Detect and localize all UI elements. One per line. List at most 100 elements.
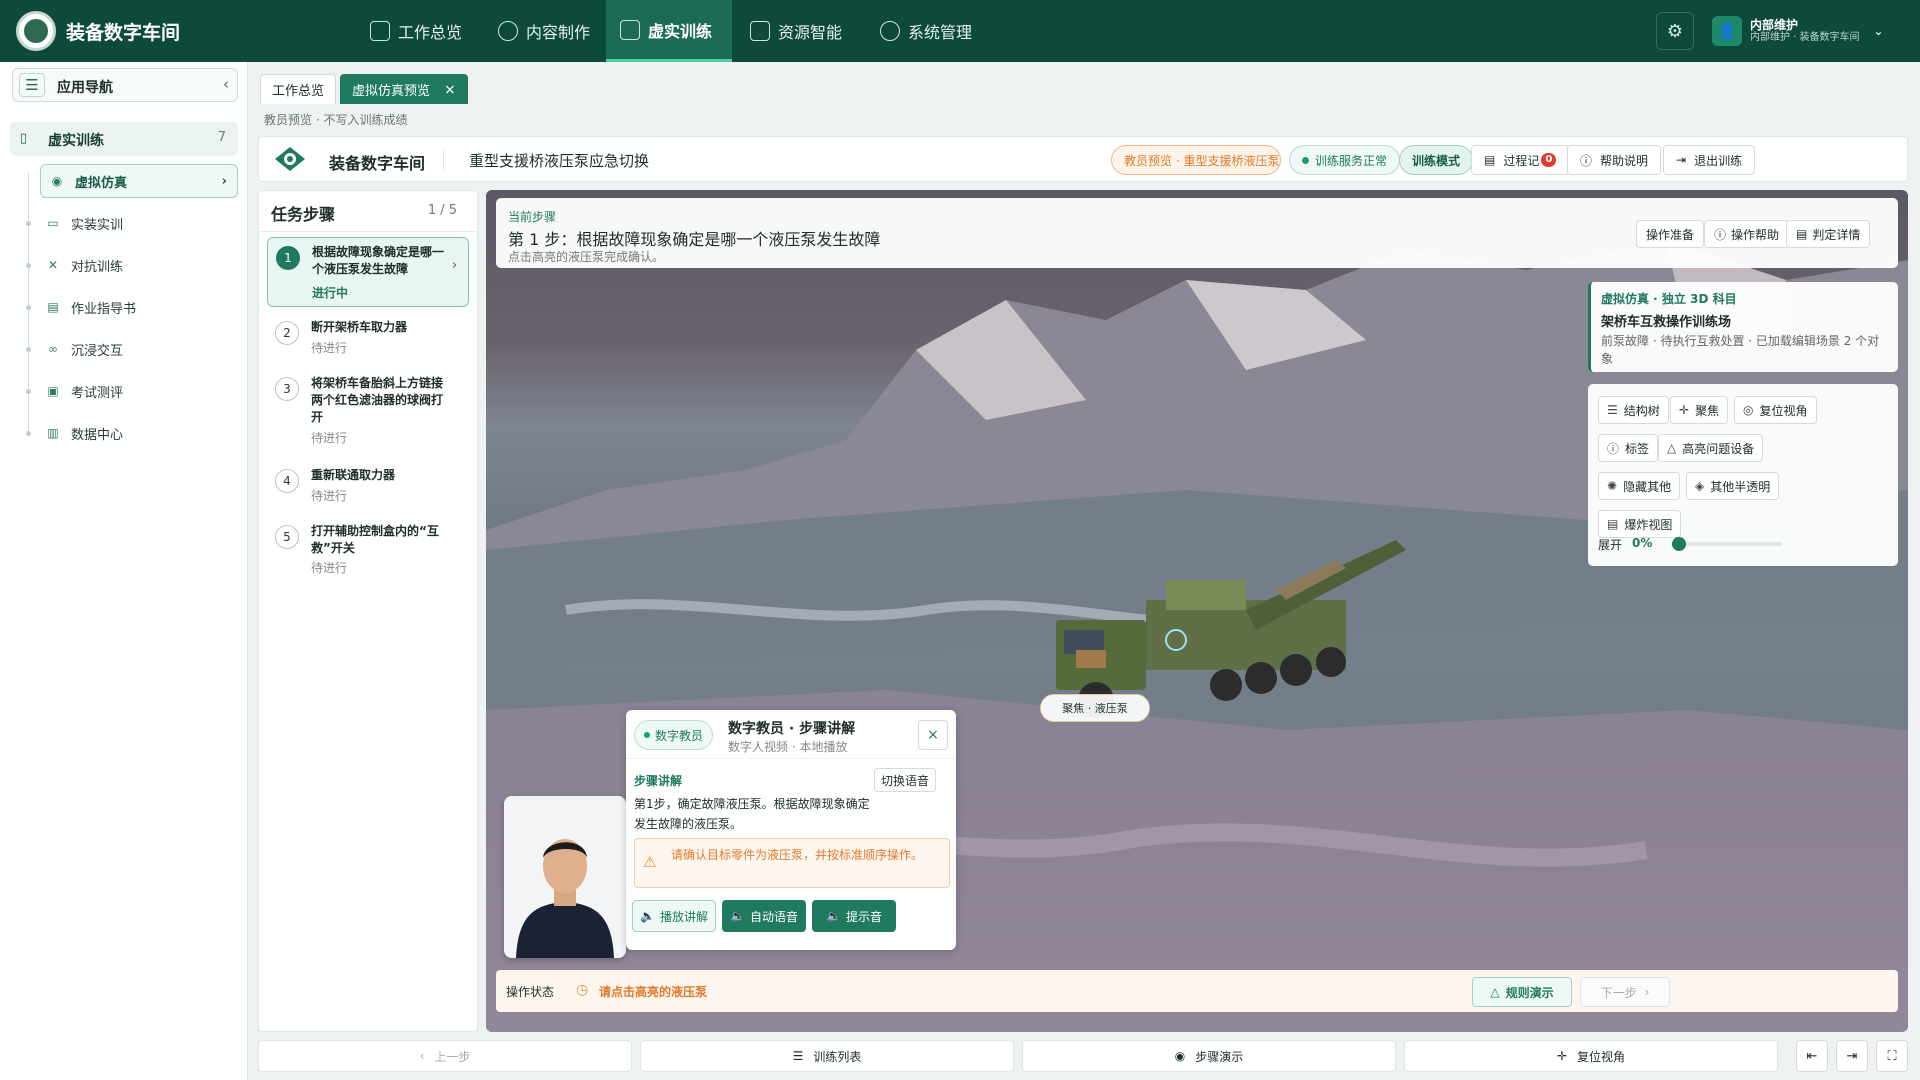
sidebar-item-exam[interactable]: ▣ 考试测评 — [26, 374, 238, 408]
sidebar-item-real-train[interactable]: ▭ 实装实训 — [26, 206, 238, 240]
hint-sound-button[interactable]: 🔈 提示音 — [812, 900, 896, 932]
focus-label[interactable]: 聚焦 · 液压泵 — [1040, 694, 1150, 722]
op-help-button[interactable]: ⓘ 操作帮助 — [1704, 220, 1790, 248]
close-icon[interactable]: × — [444, 82, 456, 98]
process-record-button[interactable]: ▤ 过程记 0 — [1471, 145, 1570, 175]
highlight-device-button[interactable]: △ 高亮问题设备 — [1658, 434, 1764, 462]
operation-status-text: 请点击高亮的液压泵 — [599, 985, 708, 999]
rule-demo-button[interactable]: △ 规则演示 — [1472, 977, 1572, 1007]
tab-overview[interactable]: 工作总览 — [260, 74, 337, 104]
step-demo-button[interactable]: ◉ 步骤演示 — [1022, 1040, 1396, 1072]
training-list-button[interactable]: ☰ 训练列表 — [640, 1040, 1014, 1072]
explode-view-button[interactable]: ▤ 爆炸视图 — [1598, 510, 1682, 538]
app-brand: 装备数字车间 — [66, 22, 181, 44]
help-button[interactable]: ⓘ 帮助说明 — [1567, 145, 1662, 175]
question-icon: ⓘ — [1714, 227, 1727, 242]
chevron-right-icon: › — [452, 258, 458, 273]
sun-icon: ✺ — [1607, 479, 1618, 493]
auto-voice-button[interactable]: 🔈 自动语音 — [722, 900, 806, 932]
clock-icon: ◷ — [576, 982, 589, 998]
step-item-4[interactable]: 4 重新联通取力器 待进行 — [267, 465, 469, 511]
settings-icon — [880, 21, 900, 41]
user-menu[interactable]: 👤 内部维护 内部维护 · 装备数字车间 ⌄ — [1712, 12, 1904, 50]
reset-icon: ◎ — [1743, 403, 1754, 417]
current-step-title: 第 1 步：根据故障现象确定是哪一个液压泵发生故障 — [508, 230, 881, 249]
step-item-1[interactable]: 1 根据故障现象确定是哪一个液压泵发生故障 进行中 › — [267, 237, 469, 307]
speaker-icon: 🔈 — [640, 909, 655, 923]
speaker-icon: 🔈 — [826, 909, 841, 923]
document-icon: ▤ — [1607, 517, 1619, 531]
target-icon: ✛ — [1679, 403, 1690, 417]
clipboard-icon: ▣ — [47, 384, 59, 398]
chevron-right-icon: › — [1644, 985, 1650, 999]
speaker-icon: 🔈 — [730, 909, 745, 923]
service-status-badge: 训练服务正常 — [1289, 145, 1401, 175]
sidebar-header: ☰ 应用导航 ‹ — [12, 68, 238, 102]
layers-icon: ◈ — [1695, 479, 1705, 493]
expand-slider-handle[interactable] — [1672, 537, 1686, 551]
list-icon: ☰ — [792, 1049, 804, 1063]
book-icon: ▯ — [20, 131, 28, 146]
chevron-left-icon: ‹ — [419, 1049, 425, 1063]
collapse-right-icon[interactable]: ⇥ — [1836, 1040, 1868, 1072]
translucent-others-button[interactable]: ◈ 其他半透明 — [1686, 472, 1780, 500]
chevron-down-icon: ⌄ — [1873, 24, 1884, 38]
instructor-tag: 数字教员 — [634, 720, 714, 750]
reset-view-bottom-button[interactable]: ✛ 复位视角 — [1404, 1040, 1778, 1072]
document-icon: ▤ — [1484, 153, 1496, 167]
collapse-left-icon[interactable]: ⇤ — [1796, 1040, 1828, 1072]
gear-icon[interactable]: ⚙ — [1656, 12, 1694, 50]
play-circle-icon: ◉ — [1174, 1049, 1186, 1063]
prepare-button[interactable]: 操作准备 — [1636, 220, 1705, 248]
reset-view-button[interactable]: ◎ 复位视角 — [1734, 396, 1817, 424]
fullscreen-icon[interactable]: ⛶ — [1876, 1040, 1908, 1072]
logout-icon: ⇥ — [1676, 153, 1687, 167]
hide-others-button[interactable]: ✺ 隐藏其他 — [1598, 472, 1681, 500]
nav-resource[interactable]: 资源智能 — [736, 0, 856, 62]
tab-sim-preview[interactable]: 虚拟仿真预览 × — [340, 74, 468, 104]
3d-viewport[interactable]: 聚焦 · 液压泵 当前步骤 第 1 步：根据故障现象确定是哪一个液压泵发生故障 … — [486, 190, 1908, 1032]
question-icon: ⓘ — [1580, 153, 1593, 168]
digital-instructor-panel: 数字教员 数字教员 · 步骤讲解 数字人视频 · 本地播放 × 步骤讲解 切换语… — [626, 710, 956, 950]
focus-button[interactable]: ✛ 聚焦 — [1670, 396, 1729, 424]
nav-content[interactable]: 内容制作 — [484, 0, 604, 62]
step-item-2[interactable]: 2 断开架桥车取力器 待进行 — [267, 317, 469, 363]
sidebar-item-immersive[interactable]: ∞ 沉浸交互 — [26, 332, 238, 366]
nav-system[interactable]: 系统管理 — [866, 0, 986, 62]
prev-step-button[interactable]: ‹ 上一步 — [258, 1040, 632, 1072]
play-explain-button[interactable]: 🔈 播放讲解 — [632, 900, 716, 932]
warning-box: ⚠ 请确认目标零件为液压泵，并按标准顺序操作。 — [634, 838, 950, 888]
top-bar: 装备数字车间 工作总览 内容制作 虚实训练 资源智能 系统管理 ⚙ 👤 内部维护… — [0, 0, 1920, 62]
steps-panel: 任务步骤 1 / 5 1 根据故障现象确定是哪一个液压泵发生故障 进行中 › 2… — [258, 190, 479, 1032]
nav-overview[interactable]: 工作总览 — [356, 0, 476, 62]
brand-logo-icon — [275, 147, 305, 171]
chart-icon: ▥ — [47, 426, 59, 440]
mode-badge[interactable]: 训练模式 — [1399, 145, 1474, 175]
collapse-icon[interactable]: ‹ — [223, 75, 229, 93]
step-item-5[interactable]: 5 打开辅助控制盒内的“互救”开关 待进行 — [267, 521, 469, 585]
step-item-3[interactable]: 3 将架桥车备胎斜上方链接两个红色滤油器的球阀打开 待进行 — [267, 373, 469, 457]
sidebar-item-guide[interactable]: ▤ 作业指导书 — [26, 290, 238, 324]
sidebar-group-training[interactable]: ▯ 虚实训练 7 — [10, 122, 238, 156]
structure-tree-button[interactable]: ☰ 结构树 — [1598, 396, 1669, 424]
target-icon: ✛ — [1556, 1049, 1568, 1063]
warning-icon: ⚠ — [643, 853, 657, 871]
breadcrumb: 教员预览 · 不写入训练成绩 — [264, 113, 408, 127]
sidebar-item-virtual-sim[interactable]: ◉ 虚拟仿真 › — [40, 164, 238, 198]
menu-icon[interactable]: ☰ — [19, 73, 45, 97]
document-icon: ▤ — [47, 300, 59, 314]
logo — [16, 11, 56, 51]
switch-voice-button[interactable]: 切换语音 — [874, 768, 937, 792]
sidebar-item-versus[interactable]: ✕ 对抗训练 — [26, 248, 238, 282]
label-button[interactable]: ⓘ 标签 — [1598, 434, 1659, 462]
next-step-button[interactable]: 下一步 › — [1580, 977, 1670, 1007]
training-header: 装备数字车间 重型支援桥液压泵应急切换 教员预览 · 重型支援桥液压泵应急切换 … — [258, 136, 1908, 182]
judge-detail-button[interactable]: ▤ 判定详情 — [1786, 220, 1871, 248]
exit-training-button[interactable]: ⇥ 退出训练 — [1663, 145, 1756, 175]
preview-badge: 教员预览 · 重型支援桥液压泵应急切换 — [1111, 145, 1281, 175]
monitor-icon: ▭ — [47, 216, 59, 230]
close-icon[interactable]: × — [918, 720, 948, 750]
sidebar-item-data[interactable]: ▥ 数据中心 — [26, 416, 238, 450]
nav-training[interactable]: 虚实训练 — [606, 0, 732, 62]
expand-slider[interactable] — [1672, 542, 1782, 546]
